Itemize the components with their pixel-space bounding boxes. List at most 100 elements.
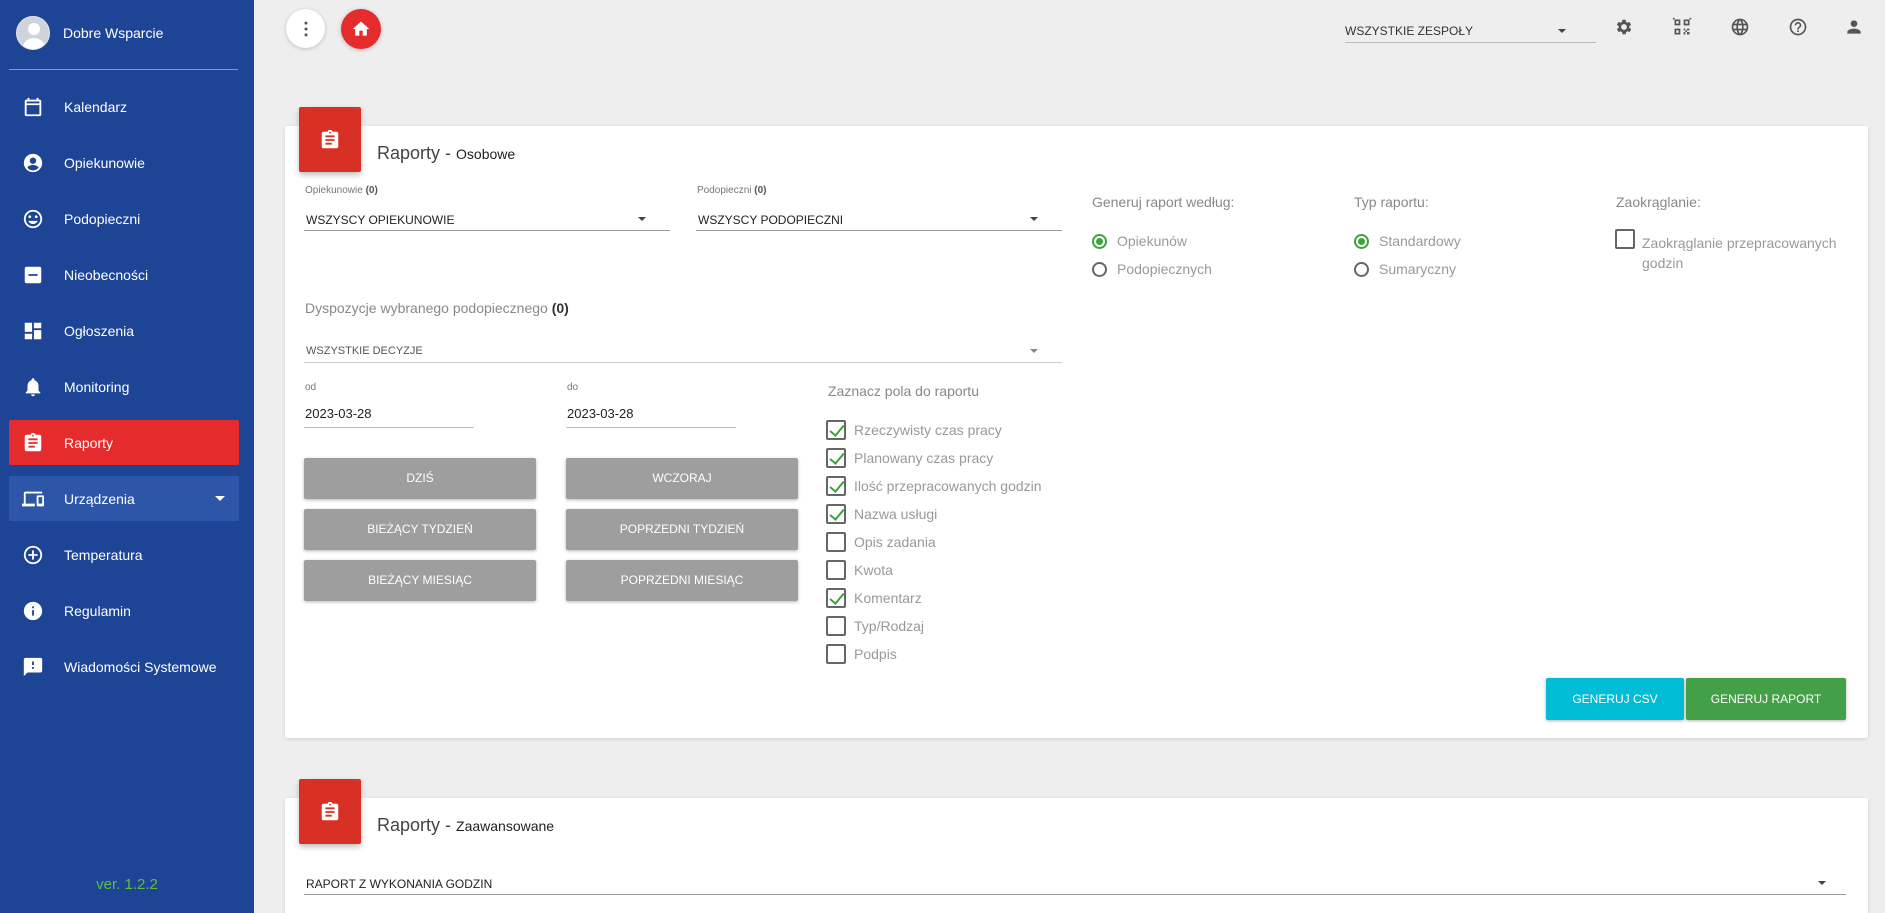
- radio-option-sumaryczny[interactable]: Sumaryczny: [1354, 258, 1456, 280]
- current-month-button[interactable]: BIEŻĄCY MIESIĄC: [304, 560, 536, 601]
- previous-month-button[interactable]: POPRZEDNI MIESIĄC: [566, 560, 798, 601]
- checkbox[interactable]: [826, 476, 846, 496]
- caregivers-label-text: Opiekunowie: [305, 185, 363, 196]
- checkbox[interactable]: [826, 448, 846, 468]
- checkbox[interactable]: [826, 504, 846, 524]
- generate-report-button[interactable]: GENERUJ RAPORT: [1686, 678, 1846, 720]
- info-icon: [21, 599, 45, 623]
- sidebar-item-monitoring[interactable]: Monitoring: [9, 364, 239, 409]
- sidebar-item-podopieczni[interactable]: Podopieczni: [9, 196, 239, 241]
- field-checkbox-row[interactable]: Komentarz: [826, 587, 922, 609]
- rounding-checkbox[interactable]: [1615, 229, 1635, 249]
- date-from-input[interactable]: 2023-03-28: [304, 398, 474, 428]
- radio-option-opiekunow[interactable]: Opiekunów: [1092, 230, 1187, 252]
- user-profile[interactable]: Dobre Wsparcie: [16, 15, 163, 51]
- qr-code-button[interactable]: [1670, 15, 1694, 39]
- yesterday-button[interactable]: WCZORAJ: [566, 458, 798, 499]
- clipboard-icon: [321, 801, 339, 820]
- sidebar-item-label: Monitoring: [64, 378, 130, 395]
- checkbox[interactable]: [826, 532, 846, 552]
- chevron-down-icon: [215, 496, 225, 501]
- dispositions-select[interactable]: WSZYSTKIE DECYZJE: [304, 337, 1062, 363]
- card-subtitle: Zaawansowane: [456, 818, 555, 834]
- rounding-checkbox-row[interactable]: Zaokrąglanie przepracowanych godzin: [1615, 229, 1842, 273]
- checkbox[interactable]: [826, 420, 846, 440]
- field-checkbox-row[interactable]: Opis zadania: [826, 531, 936, 553]
- language-button[interactable]: [1728, 15, 1752, 39]
- sidebar-item-kalendarz[interactable]: Kalendarz: [9, 84, 239, 129]
- wards-select[interactable]: WSZYSCY PODOPIECZNI: [696, 205, 1062, 231]
- caregivers-select-value: WSZYSCY OPIEKUNOWIE: [306, 213, 455, 227]
- radio-option-standardowy[interactable]: Standardowy: [1354, 230, 1461, 252]
- field-checkbox-row[interactable]: Kwota: [826, 559, 893, 581]
- sidebar-item-label: Regulamin: [64, 602, 131, 619]
- dashboard-icon: [21, 319, 45, 343]
- card-title-main: Raporty: [377, 815, 441, 835]
- today-button[interactable]: DZIŚ: [304, 458, 536, 499]
- radio-button[interactable]: [1354, 261, 1369, 277]
- rounding-checkbox-label: Zaokrąglanie przepracowanych godzin: [1642, 235, 1837, 271]
- previous-week-button[interactable]: POPRZEDNI TYDZIEŃ: [566, 509, 798, 550]
- help-button[interactable]: [1786, 15, 1810, 39]
- dispositions-select-value: WSZYSTKIE DECYZJE: [306, 345, 423, 357]
- radio-button[interactable]: [1354, 233, 1369, 249]
- sidebar-item-ogloszenia[interactable]: Ogłoszenia: [9, 308, 239, 353]
- field-checkbox-row[interactable]: Planowany czas pracy: [826, 447, 993, 469]
- home-button[interactable]: [341, 9, 381, 49]
- dispositions-label: Dyspozycje wybranego podopiecznego (0): [305, 300, 569, 316]
- dispositions-count: (0): [551, 300, 569, 316]
- more-menu-button[interactable]: [286, 9, 325, 48]
- avatar: [16, 16, 50, 50]
- sidebar-item-urzadzenia[interactable]: Urządzenia: [9, 476, 239, 521]
- sidebar-item-label: Kalendarz: [64, 98, 128, 115]
- advanced-report-select[interactable]: RAPORT Z WYKONANIA GODZIN: [304, 869, 1846, 895]
- field-checkbox-row[interactable]: Rzeczywisty czas pracy: [826, 419, 1002, 441]
- current-week-button[interactable]: BIEŻĄCY TYDZIEŃ: [304, 509, 536, 550]
- radio-button[interactable]: [1092, 233, 1107, 249]
- generate-csv-button[interactable]: GENERUJ CSV: [1546, 678, 1684, 720]
- caregivers-count: (0): [365, 185, 378, 196]
- calendar-icon: [21, 95, 45, 119]
- profile-button[interactable]: [1842, 15, 1866, 39]
- wards-label-text: Podopieczni: [697, 185, 752, 196]
- person-icon: [1847, 20, 1861, 34]
- field-checkbox-row[interactable]: Ilość przepracowanych godzin: [826, 475, 1042, 497]
- field-checkbox-row[interactable]: Podpis: [826, 643, 897, 665]
- plus-circle-icon: [21, 543, 45, 567]
- date-to-input[interactable]: 2023-03-28: [566, 398, 736, 428]
- chevron-down-icon: [1030, 217, 1038, 221]
- card-subtitle: Osobowe: [456, 146, 516, 162]
- help-icon: [1789, 18, 1807, 36]
- sidebar-item-wiadomosci-systemowe[interactable]: Wiadomości Systemowe: [9, 644, 239, 689]
- chevron-down-icon: [1558, 29, 1566, 33]
- checkbox[interactable]: [826, 560, 846, 580]
- sidebar-item-raporty[interactable]: Raporty: [9, 420, 239, 465]
- radio-label: Standardowy: [1379, 233, 1461, 249]
- home-icon: [352, 21, 370, 36]
- field-checkbox-row[interactable]: Nazwa usługi: [826, 503, 937, 525]
- wards-select-value: WSZYSCY PODOPIECZNI: [698, 213, 844, 227]
- team-select[interactable]: WSZYSTKIE ZESPOŁY: [1345, 17, 1596, 43]
- more-vert-icon: [304, 21, 307, 36]
- fields-label: Zaznacz pola do raportu: [828, 383, 979, 399]
- date-to-label: do: [567, 382, 579, 393]
- checkbox[interactable]: [826, 616, 846, 636]
- caregivers-select[interactable]: WSZYSCY OPIEKUNOWIE: [304, 205, 670, 231]
- sidebar-item-opiekunowie[interactable]: Opiekunowie: [9, 140, 239, 185]
- field-checkbox-row[interactable]: Typ/Rodzaj: [826, 615, 924, 637]
- checkbox[interactable]: [826, 588, 846, 608]
- sidebar-item-temperatura[interactable]: Temperatura: [9, 532, 239, 577]
- field-checkbox-label: Planowany czas pracy: [854, 450, 994, 466]
- settings-button[interactable]: [1612, 15, 1636, 39]
- sidebar-item-nieobecnosci[interactable]: Nieobecności: [9, 252, 239, 297]
- sidebar-item-label: Opiekunowie: [64, 154, 145, 171]
- radio-label: Podopiecznych: [1117, 261, 1212, 277]
- sidebar-item-regulamin[interactable]: Regulamin: [9, 588, 239, 633]
- field-checkbox-label: Komentarz: [854, 590, 922, 606]
- radio-option-podopiecznych[interactable]: Podopiecznych: [1092, 258, 1212, 280]
- sidebar-item-label: Ogłoszenia: [64, 322, 135, 339]
- radio-button[interactable]: [1092, 261, 1107, 277]
- checkbox[interactable]: [826, 644, 846, 664]
- account-circle-icon: [21, 151, 45, 175]
- generate-by-label: Generuj raport według:: [1092, 194, 1235, 210]
